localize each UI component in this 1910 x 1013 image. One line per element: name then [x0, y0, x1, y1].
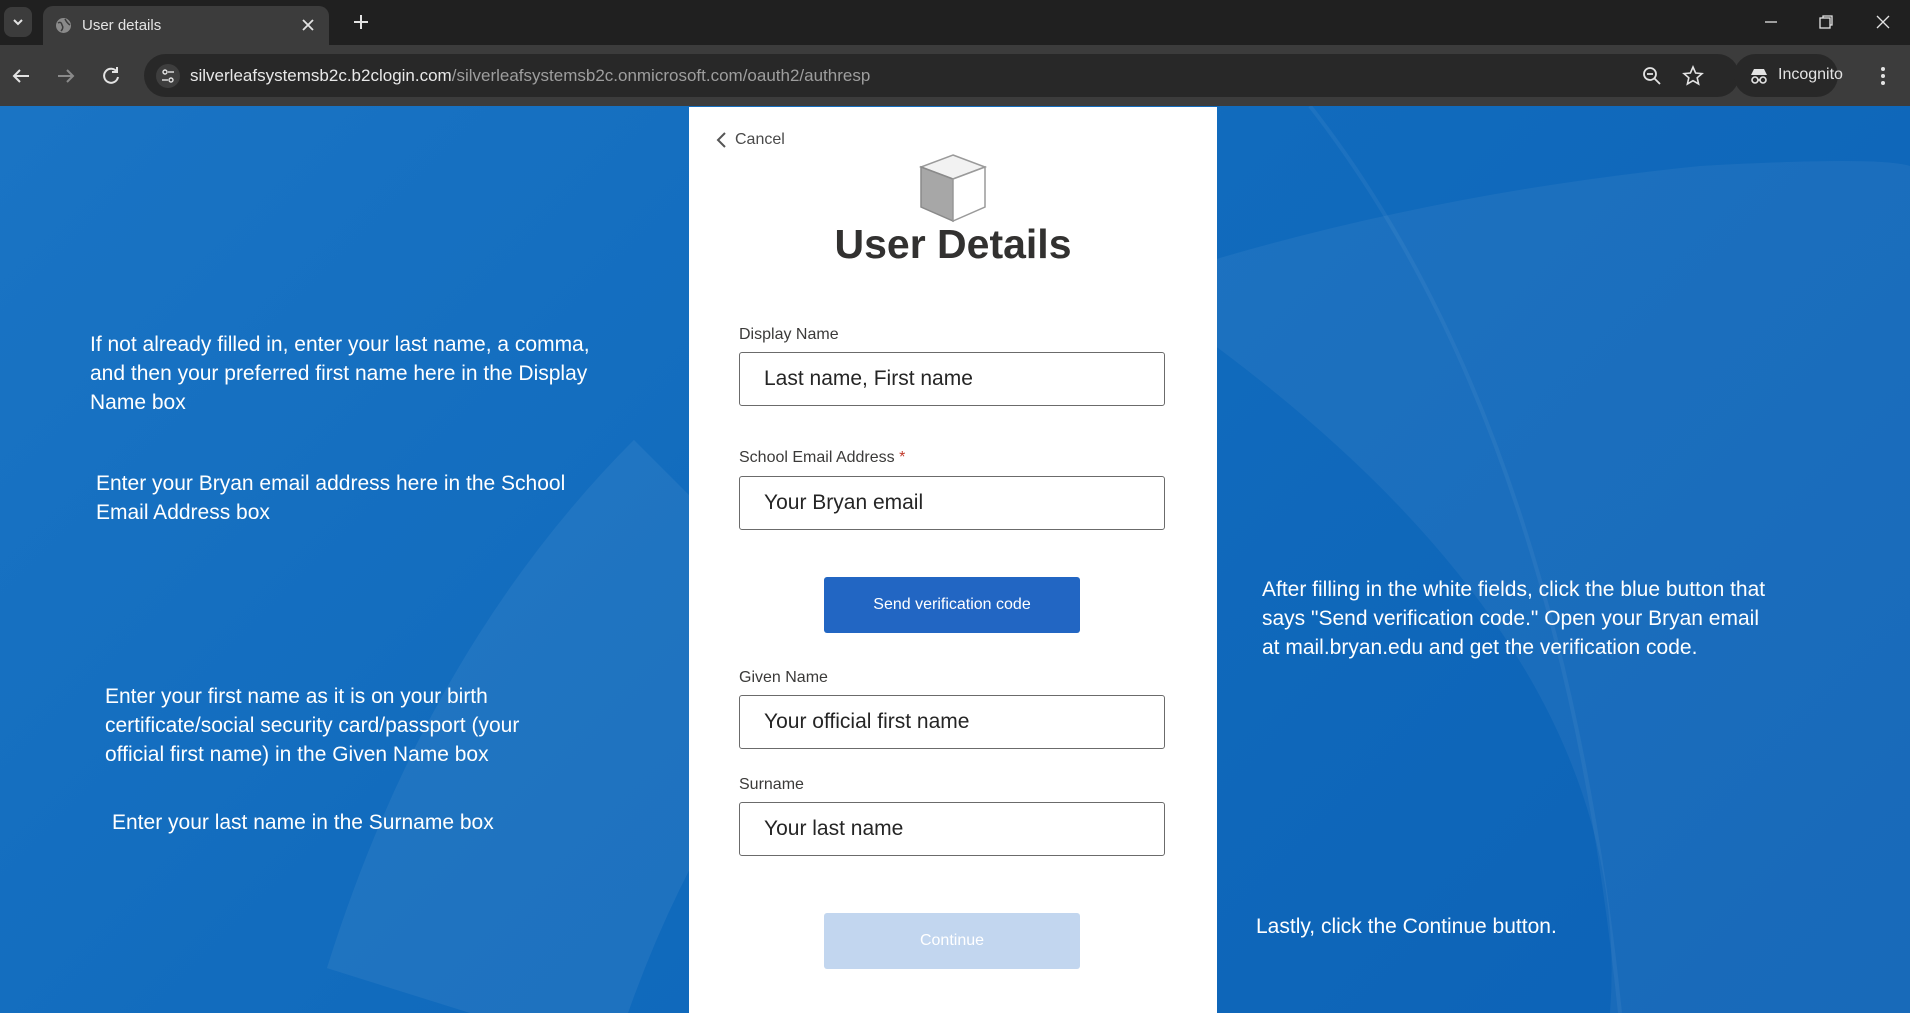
tune-icon	[162, 69, 174, 83]
page-title: User Details	[834, 221, 1072, 267]
browser-toolbar: silverleafsystemsb2c.b2clogin.com/silver…	[0, 45, 1910, 106]
instruction-given-name: Enter your first name as it is on your b…	[105, 685, 520, 766]
tab-search-button[interactable]	[4, 7, 32, 37]
surname-field[interactable]: Your last name	[739, 802, 1165, 856]
instruction-surname: Enter your last name in the Surname box	[112, 811, 494, 834]
close-window-icon[interactable]	[1873, 12, 1893, 32]
continue-button[interactable]: Continue	[824, 913, 1080, 969]
email-field[interactable]: Your Bryan email	[739, 476, 1165, 530]
zoom-out-icon[interactable]	[1641, 65, 1663, 87]
tab-title: User details	[82, 17, 162, 34]
globe-icon	[56, 18, 71, 33]
incognito-indicator[interactable]: Incognito	[1734, 54, 1843, 97]
user-details-card: Cancel User Details Display Name Last na…	[689, 107, 1217, 1013]
required-marker: *	[899, 449, 906, 466]
minimize-icon[interactable]	[1761, 12, 1781, 32]
display-name-field[interactable]: Last name, First name	[739, 352, 1165, 406]
incognito-label: Incognito	[1778, 66, 1843, 83]
send-verification-code-button[interactable]: Send verification code	[824, 577, 1080, 633]
reload-icon[interactable]	[99, 64, 123, 88]
url-text: silverleafsystemsb2c.b2clogin.com/silver…	[190, 66, 870, 86]
instruction-verification: After filling in the white fields, click…	[1262, 578, 1766, 659]
bookmark-star-icon[interactable]	[1682, 65, 1704, 87]
close-tab-icon[interactable]	[299, 16, 317, 34]
chevron-left-icon	[716, 132, 726, 148]
instruction-email: Enter your Bryan email address here in t…	[96, 472, 566, 524]
given-name-label: Given Name	[739, 669, 828, 686]
instruction-continue: Lastly, click the Continue button.	[1256, 915, 1557, 938]
new-tab-icon[interactable]	[350, 11, 372, 33]
cancel-label: Cancel	[735, 131, 785, 148]
cube-logo-icon	[918, 154, 988, 223]
display-name-label: Display Name	[739, 326, 839, 343]
cancel-link[interactable]: Cancel	[715, 131, 785, 149]
tab-strip: User details	[0, 0, 1910, 45]
surname-label: Surname	[739, 776, 804, 793]
email-label: School Email Address *	[739, 449, 906, 466]
address-bar[interactable]: silverleafsystemsb2c.b2clogin.com/silver…	[144, 54, 1739, 97]
more-menu-icon[interactable]	[1871, 64, 1895, 88]
incognito-icon	[1751, 69, 1767, 84]
page-content: If not already filled in, enter your las…	[0, 106, 1910, 1013]
instruction-display-name: If not already filled in, enter your las…	[90, 333, 590, 414]
forward-icon[interactable]	[54, 64, 78, 88]
back-icon[interactable]	[9, 64, 33, 88]
url-path: /silverleafsystemsb2c.onmicrosoft.com/oa…	[451, 66, 871, 85]
chevron-down-icon	[13, 19, 23, 26]
browser-tab[interactable]: User details	[43, 6, 329, 45]
given-name-field[interactable]: Your official first name	[739, 695, 1165, 749]
site-info-button[interactable]	[156, 64, 180, 88]
url-host: silverleafsystemsb2c.b2clogin.com	[190, 66, 452, 85]
restore-icon[interactable]	[1816, 12, 1836, 32]
